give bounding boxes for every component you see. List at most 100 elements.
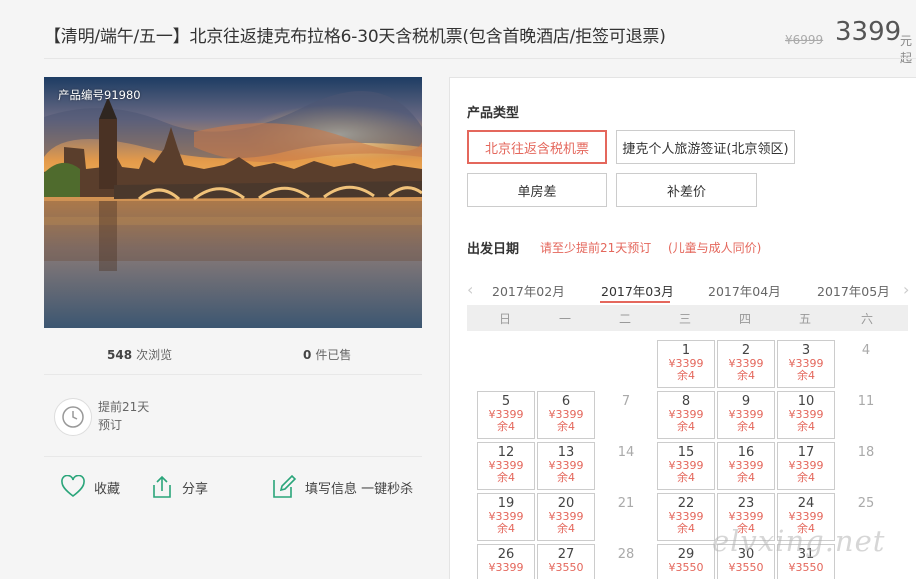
calendar-day-unavailable: 11 — [857, 394, 875, 409]
day-stock: 余4 — [497, 471, 515, 484]
weekday-sat: 六 — [860, 312, 873, 326]
clock-icon — [54, 398, 92, 436]
option-round-trip-ticket[interactable]: 北京往返含税机票 — [467, 130, 607, 164]
favorite-button[interactable]: 收藏 — [60, 472, 120, 502]
day-stock: 余4 — [797, 369, 815, 382]
fill-info-button[interactable]: 填写信息 一键秒杀 — [271, 472, 413, 502]
product-photo: 产品编号91980 — [44, 77, 422, 328]
day-number: 6 — [561, 394, 571, 409]
day-number: 27 — [557, 547, 575, 562]
day-price: ¥3550 — [788, 561, 824, 574]
calendar-day-10[interactable]: 10 ¥3399 余4 — [777, 391, 835, 439]
calendar-day-3[interactable]: 3 ¥3399 余4 — [777, 340, 835, 388]
calendar-day-13[interactable]: 13 ¥3399 余4 — [537, 442, 595, 490]
calendar-day-unavailable: 7 — [621, 394, 631, 409]
day-number: 1 — [681, 343, 691, 358]
heart-icon — [61, 475, 85, 498]
product-type-label: 产品类型 — [467, 106, 520, 121]
day-stock: 余4 — [797, 471, 815, 484]
day-number: 8 — [681, 394, 691, 409]
day-number: 2 — [741, 343, 751, 358]
calendar-day-9[interactable]: 9 ¥3399 余4 — [717, 391, 775, 439]
current-price: 3399 — [835, 17, 902, 47]
day-number: 16 — [737, 445, 755, 460]
calendar-day-unavailable: 4 — [861, 343, 871, 358]
month-tab-may[interactable]: 2017年05月 — [817, 281, 890, 300]
sold-label: 件已售 — [315, 348, 352, 362]
share-icon — [153, 475, 171, 498]
calendar-day-unavailable: 25 — [857, 496, 875, 511]
day-price: ¥3550 — [668, 561, 704, 574]
header-divider — [44, 58, 916, 59]
calendar-day-26[interactable]: 26 ¥3399 — [477, 544, 535, 579]
share-button[interactable]: 分享 — [150, 472, 208, 502]
views-count: 548 — [107, 348, 133, 362]
views-stat: 548 次浏览 — [107, 346, 172, 363]
calendar-day-17[interactable]: 17 ¥3399 余4 — [777, 442, 835, 490]
day-stock: 余4 — [677, 369, 695, 382]
day-number: 23 — [737, 496, 755, 511]
option-price-difference[interactable]: 补差价 — [616, 173, 757, 207]
day-number: 22 — [677, 496, 695, 511]
day-number: 3 — [801, 343, 811, 358]
calendar-day-6[interactable]: 6 ¥3399 余4 — [537, 391, 595, 439]
day-stock: 余4 — [737, 420, 755, 433]
prague-bridge-image — [44, 77, 422, 328]
month-tab-apr[interactable]: 2017年04月 — [708, 281, 781, 300]
product-title: 【清明/端午/五一】北京往返捷克布拉格6-30天含税机票(包含首晚酒店/拒签可退… — [44, 27, 666, 47]
stats-divider — [44, 374, 422, 375]
child-price-note: (儿童与成人同价) — [668, 241, 762, 255]
day-number: 20 — [557, 496, 575, 511]
option-czech-visa[interactable]: 捷克个人旅游签证(北京领区) — [616, 130, 795, 164]
calendar-day-unavailable: 18 — [857, 445, 875, 460]
month-tab-mar[interactable]: 2017年03月 — [601, 281, 674, 300]
weekday-wed: 三 — [678, 312, 691, 326]
product-id: 产品编号91980 — [58, 88, 141, 102]
day-stock: 余4 — [497, 420, 515, 433]
day-number: 10 — [797, 394, 815, 409]
weekday-sun: 日 — [498, 312, 511, 326]
calendar-day-5[interactable]: 5 ¥3399 余4 — [477, 391, 535, 439]
calendar-day-unavailable: 21 — [617, 496, 635, 511]
day-stock: 余4 — [797, 420, 815, 433]
day-stock: 余4 — [557, 420, 575, 433]
departure-date-label: 出发日期 — [467, 242, 520, 257]
day-price: ¥3399 — [488, 561, 524, 574]
booking-divider — [44, 456, 422, 457]
day-number: 5 — [501, 394, 511, 409]
weekday-mon: 一 — [558, 312, 571, 326]
chevron-right-icon[interactable]: › — [903, 280, 909, 299]
calendar-day-19[interactable]: 19 ¥3399 余4 — [477, 493, 535, 541]
day-number: 12 — [497, 445, 515, 460]
weekday-thu: 四 — [738, 312, 751, 326]
day-stock: 余4 — [557, 522, 575, 535]
option-single-room[interactable]: 单房差 — [467, 173, 607, 207]
sold-stat: 0 件已售 — [303, 346, 351, 363]
day-stock: 余4 — [677, 420, 695, 433]
calendar-day-1[interactable]: 1 ¥3399 余4 — [657, 340, 715, 388]
calendar-day-20[interactable]: 20 ¥3399 余4 — [537, 493, 595, 541]
views-label: 次浏览 — [136, 348, 173, 362]
calendar-day-unavailable: 14 — [617, 445, 635, 460]
calendar-day-12[interactable]: 12 ¥3399 余4 — [477, 442, 535, 490]
day-number: 13 — [557, 445, 575, 460]
day-number: 19 — [497, 496, 515, 511]
active-month-indicator — [600, 301, 670, 303]
edit-icon — [273, 474, 297, 498]
calendar-day-2[interactable]: 2 ¥3399 余4 — [717, 340, 775, 388]
watermark: elvxing.net — [712, 524, 886, 558]
calendar-day-29[interactable]: 29 ¥3550 — [657, 544, 715, 579]
chevron-left-icon[interactable]: ‹ — [467, 280, 473, 299]
calendar-day-15[interactable]: 15 ¥3399 余4 — [657, 442, 715, 490]
calendar-day-22[interactable]: 22 ¥3399 余4 — [657, 493, 715, 541]
calendar-day-8[interactable]: 8 ¥3399 余4 — [657, 391, 715, 439]
day-stock: 余4 — [677, 471, 695, 484]
weekday-tue: 二 — [618, 312, 631, 326]
day-stock: 余4 — [737, 369, 755, 382]
day-number: 29 — [677, 547, 695, 562]
price-unit: 元起 — [900, 34, 913, 65]
calendar-day-unavailable: 28 — [617, 547, 635, 562]
calendar-day-16[interactable]: 16 ¥3399 余4 — [717, 442, 775, 490]
calendar-day-27[interactable]: 27 ¥3550 — [537, 544, 595, 579]
month-tab-feb[interactable]: 2017年02月 — [492, 281, 565, 300]
